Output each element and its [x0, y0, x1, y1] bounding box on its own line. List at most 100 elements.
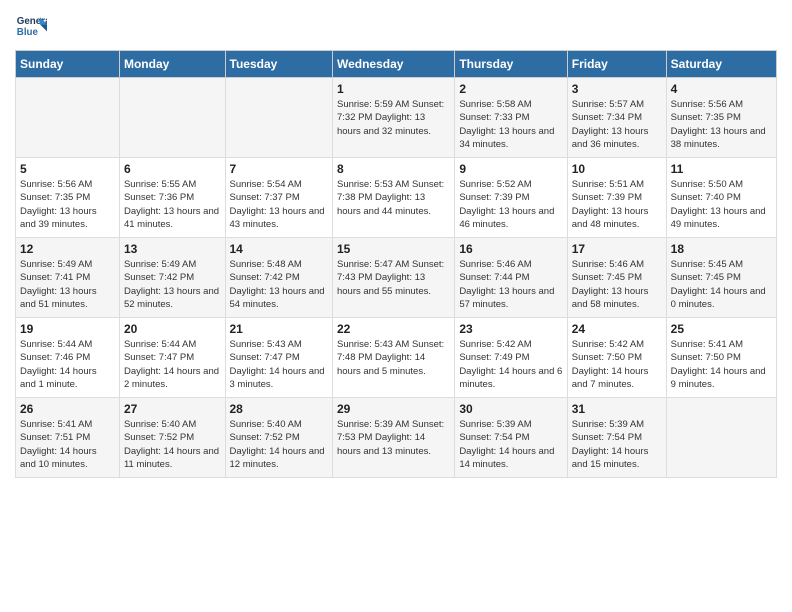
day-info: Sunrise: 5:49 AM Sunset: 7:42 PM Dayligh…	[124, 258, 221, 311]
day-number: 27	[124, 402, 221, 416]
day-number: 17	[572, 242, 662, 256]
calendar-body: 1 Sunrise: 5:59 AM Sunset: 7:32 PM Daylig…	[16, 78, 777, 478]
week-row-1: 5 Sunrise: 5:56 AM Sunset: 7:35 PM Daylig…	[16, 158, 777, 238]
calendar-cell: 21 Sunrise: 5:43 AM Sunset: 7:47 PM Dayli…	[225, 318, 332, 398]
day-info: Sunrise: 5:41 AM Sunset: 7:50 PM Dayligh…	[671, 338, 772, 391]
week-row-4: 26 Sunrise: 5:41 AM Sunset: 7:51 PM Dayli…	[16, 398, 777, 478]
day-info: Sunrise: 5:43 AM Sunset: 7:48 PM Dayligh…	[337, 338, 450, 378]
calendar-cell: 27 Sunrise: 5:40 AM Sunset: 7:52 PM Dayli…	[119, 398, 225, 478]
day-info: Sunrise: 5:39 AM Sunset: 7:54 PM Dayligh…	[459, 418, 562, 471]
calendar-cell: 8 Sunrise: 5:53 AM Sunset: 7:38 PM Daylig…	[332, 158, 454, 238]
day-info: Sunrise: 5:46 AM Sunset: 7:44 PM Dayligh…	[459, 258, 562, 311]
day-info: Sunrise: 5:49 AM Sunset: 7:41 PM Dayligh…	[20, 258, 115, 311]
calendar-cell: 17 Sunrise: 5:46 AM Sunset: 7:45 PM Dayli…	[567, 238, 666, 318]
day-number: 3	[572, 82, 662, 96]
day-number: 29	[337, 402, 450, 416]
day-info: Sunrise: 5:44 AM Sunset: 7:47 PM Dayligh…	[124, 338, 221, 391]
logo: General Blue	[15, 10, 51, 42]
calendar-cell: 7Sunrise: 5:54 AM Sunset: 7:37 PM Daylig…	[225, 158, 332, 238]
day-number: 23	[459, 322, 562, 336]
day-info: Sunrise: 5:46 AM Sunset: 7:45 PM Dayligh…	[572, 258, 662, 311]
day-info: Sunrise: 5:45 AM Sunset: 7:45 PM Dayligh…	[671, 258, 772, 311]
calendar-cell: 23Sunrise: 5:42 AM Sunset: 7:49 PM Dayli…	[455, 318, 567, 398]
calendar-cell: 10Sunrise: 5:51 AM Sunset: 7:39 PM Dayli…	[567, 158, 666, 238]
day-info: Sunrise: 5:52 AM Sunset: 7:39 PM Dayligh…	[459, 178, 562, 231]
calendar-cell: 28Sunrise: 5:40 AM Sunset: 7:52 PM Dayli…	[225, 398, 332, 478]
calendar-cell: 25 Sunrise: 5:41 AM Sunset: 7:50 PM Dayli…	[666, 318, 776, 398]
day-number: 16	[459, 242, 562, 256]
week-row-2: 12 Sunrise: 5:49 AM Sunset: 7:41 PM Dayli…	[16, 238, 777, 318]
calendar-cell: 22 Sunrise: 5:43 AM Sunset: 7:48 PM Dayli…	[332, 318, 454, 398]
day-number: 15	[337, 242, 450, 256]
header-day-sunday: Sunday	[16, 51, 120, 78]
calendar-cell	[16, 78, 120, 158]
calendar-cell: 24 Sunrise: 5:42 AM Sunset: 7:50 PM Dayli…	[567, 318, 666, 398]
calendar-cell: 30 Sunrise: 5:39 AM Sunset: 7:54 PM Dayli…	[455, 398, 567, 478]
day-number: 11	[671, 162, 772, 176]
day-number: 2	[459, 82, 562, 96]
calendar-table: SundayMondayTuesdayWednesdayThursdayFrid…	[15, 50, 777, 478]
calendar-cell: 20Sunrise: 5:44 AM Sunset: 7:47 PM Dayli…	[119, 318, 225, 398]
calendar-cell: 31 Sunrise: 5:39 AM Sunset: 7:54 PM Dayli…	[567, 398, 666, 478]
calendar-header: SundayMondayTuesdayWednesdayThursdayFrid…	[16, 51, 777, 78]
calendar-cell: 12 Sunrise: 5:49 AM Sunset: 7:41 PM Dayli…	[16, 238, 120, 318]
header-day-wednesday: Wednesday	[332, 51, 454, 78]
day-info: Sunrise: 5:43 AM Sunset: 7:47 PM Dayligh…	[230, 338, 328, 391]
day-number: 30	[459, 402, 562, 416]
day-number: 9	[459, 162, 562, 176]
calendar-cell: 26 Sunrise: 5:41 AM Sunset: 7:51 PM Dayli…	[16, 398, 120, 478]
day-number: 22	[337, 322, 450, 336]
day-number: 26	[20, 402, 115, 416]
day-number: 5	[20, 162, 115, 176]
calendar-cell	[119, 78, 225, 158]
day-info: Sunrise: 5:54 AM Sunset: 7:37 PM Dayligh…	[230, 178, 328, 231]
day-number: 21	[230, 322, 328, 336]
day-info: Sunrise: 5:41 AM Sunset: 7:51 PM Dayligh…	[20, 418, 115, 471]
svg-text:Blue: Blue	[17, 27, 39, 38]
calendar-cell: 5 Sunrise: 5:56 AM Sunset: 7:35 PM Daylig…	[16, 158, 120, 238]
day-info: Sunrise: 5:56 AM Sunset: 7:35 PM Dayligh…	[671, 98, 772, 151]
calendar-cell: 1 Sunrise: 5:59 AM Sunset: 7:32 PM Daylig…	[332, 78, 454, 158]
day-info: Sunrise: 5:55 AM Sunset: 7:36 PM Dayligh…	[124, 178, 221, 231]
day-number: 1	[337, 82, 450, 96]
day-info: Sunrise: 5:53 AM Sunset: 7:38 PM Dayligh…	[337, 178, 450, 218]
day-info: Sunrise: 5:47 AM Sunset: 7:43 PM Dayligh…	[337, 258, 450, 298]
calendar-cell: 2 Sunrise: 5:58 AM Sunset: 7:33 PM Daylig…	[455, 78, 567, 158]
day-info: Sunrise: 5:56 AM Sunset: 7:35 PM Dayligh…	[20, 178, 115, 231]
calendar-cell: 19Sunrise: 5:44 AM Sunset: 7:46 PM Dayli…	[16, 318, 120, 398]
day-info: Sunrise: 5:50 AM Sunset: 7:40 PM Dayligh…	[671, 178, 772, 231]
day-info: Sunrise: 5:39 AM Sunset: 7:53 PM Dayligh…	[337, 418, 450, 458]
logo-icon: General Blue	[15, 10, 47, 42]
day-number: 10	[572, 162, 662, 176]
day-info: Sunrise: 5:39 AM Sunset: 7:54 PM Dayligh…	[572, 418, 662, 471]
week-row-0: 1 Sunrise: 5:59 AM Sunset: 7:32 PM Daylig…	[16, 78, 777, 158]
day-number: 25	[671, 322, 772, 336]
day-number: 24	[572, 322, 662, 336]
day-number: 4	[671, 82, 772, 96]
calendar-cell: 14Sunrise: 5:48 AM Sunset: 7:42 PM Dayli…	[225, 238, 332, 318]
calendar-cell: 15 Sunrise: 5:47 AM Sunset: 7:43 PM Dayli…	[332, 238, 454, 318]
calendar-cell	[225, 78, 332, 158]
calendar-cell: 4 Sunrise: 5:56 AM Sunset: 7:35 PM Daylig…	[666, 78, 776, 158]
calendar-cell	[666, 398, 776, 478]
header-day-tuesday: Tuesday	[225, 51, 332, 78]
day-number: 13	[124, 242, 221, 256]
header-day-friday: Friday	[567, 51, 666, 78]
day-info: Sunrise: 5:40 AM Sunset: 7:52 PM Dayligh…	[124, 418, 221, 471]
day-number: 8	[337, 162, 450, 176]
day-info: Sunrise: 5:58 AM Sunset: 7:33 PM Dayligh…	[459, 98, 562, 151]
day-number: 31	[572, 402, 662, 416]
day-number: 12	[20, 242, 115, 256]
calendar-cell: 13 Sunrise: 5:49 AM Sunset: 7:42 PM Dayli…	[119, 238, 225, 318]
day-info: Sunrise: 5:48 AM Sunset: 7:42 PM Dayligh…	[230, 258, 328, 311]
header-row: SundayMondayTuesdayWednesdayThursdayFrid…	[16, 51, 777, 78]
header-day-thursday: Thursday	[455, 51, 567, 78]
header-day-saturday: Saturday	[666, 51, 776, 78]
day-number: 18	[671, 242, 772, 256]
calendar-cell: 3 Sunrise: 5:57 AM Sunset: 7:34 PM Daylig…	[567, 78, 666, 158]
page-header: General Blue	[15, 10, 777, 42]
day-info: Sunrise: 5:57 AM Sunset: 7:34 PM Dayligh…	[572, 98, 662, 151]
day-info: Sunrise: 5:42 AM Sunset: 7:50 PM Dayligh…	[572, 338, 662, 391]
calendar-cell: 9 Sunrise: 5:52 AM Sunset: 7:39 PM Daylig…	[455, 158, 567, 238]
day-info: Sunrise: 5:59 AM Sunset: 7:32 PM Dayligh…	[337, 98, 450, 138]
